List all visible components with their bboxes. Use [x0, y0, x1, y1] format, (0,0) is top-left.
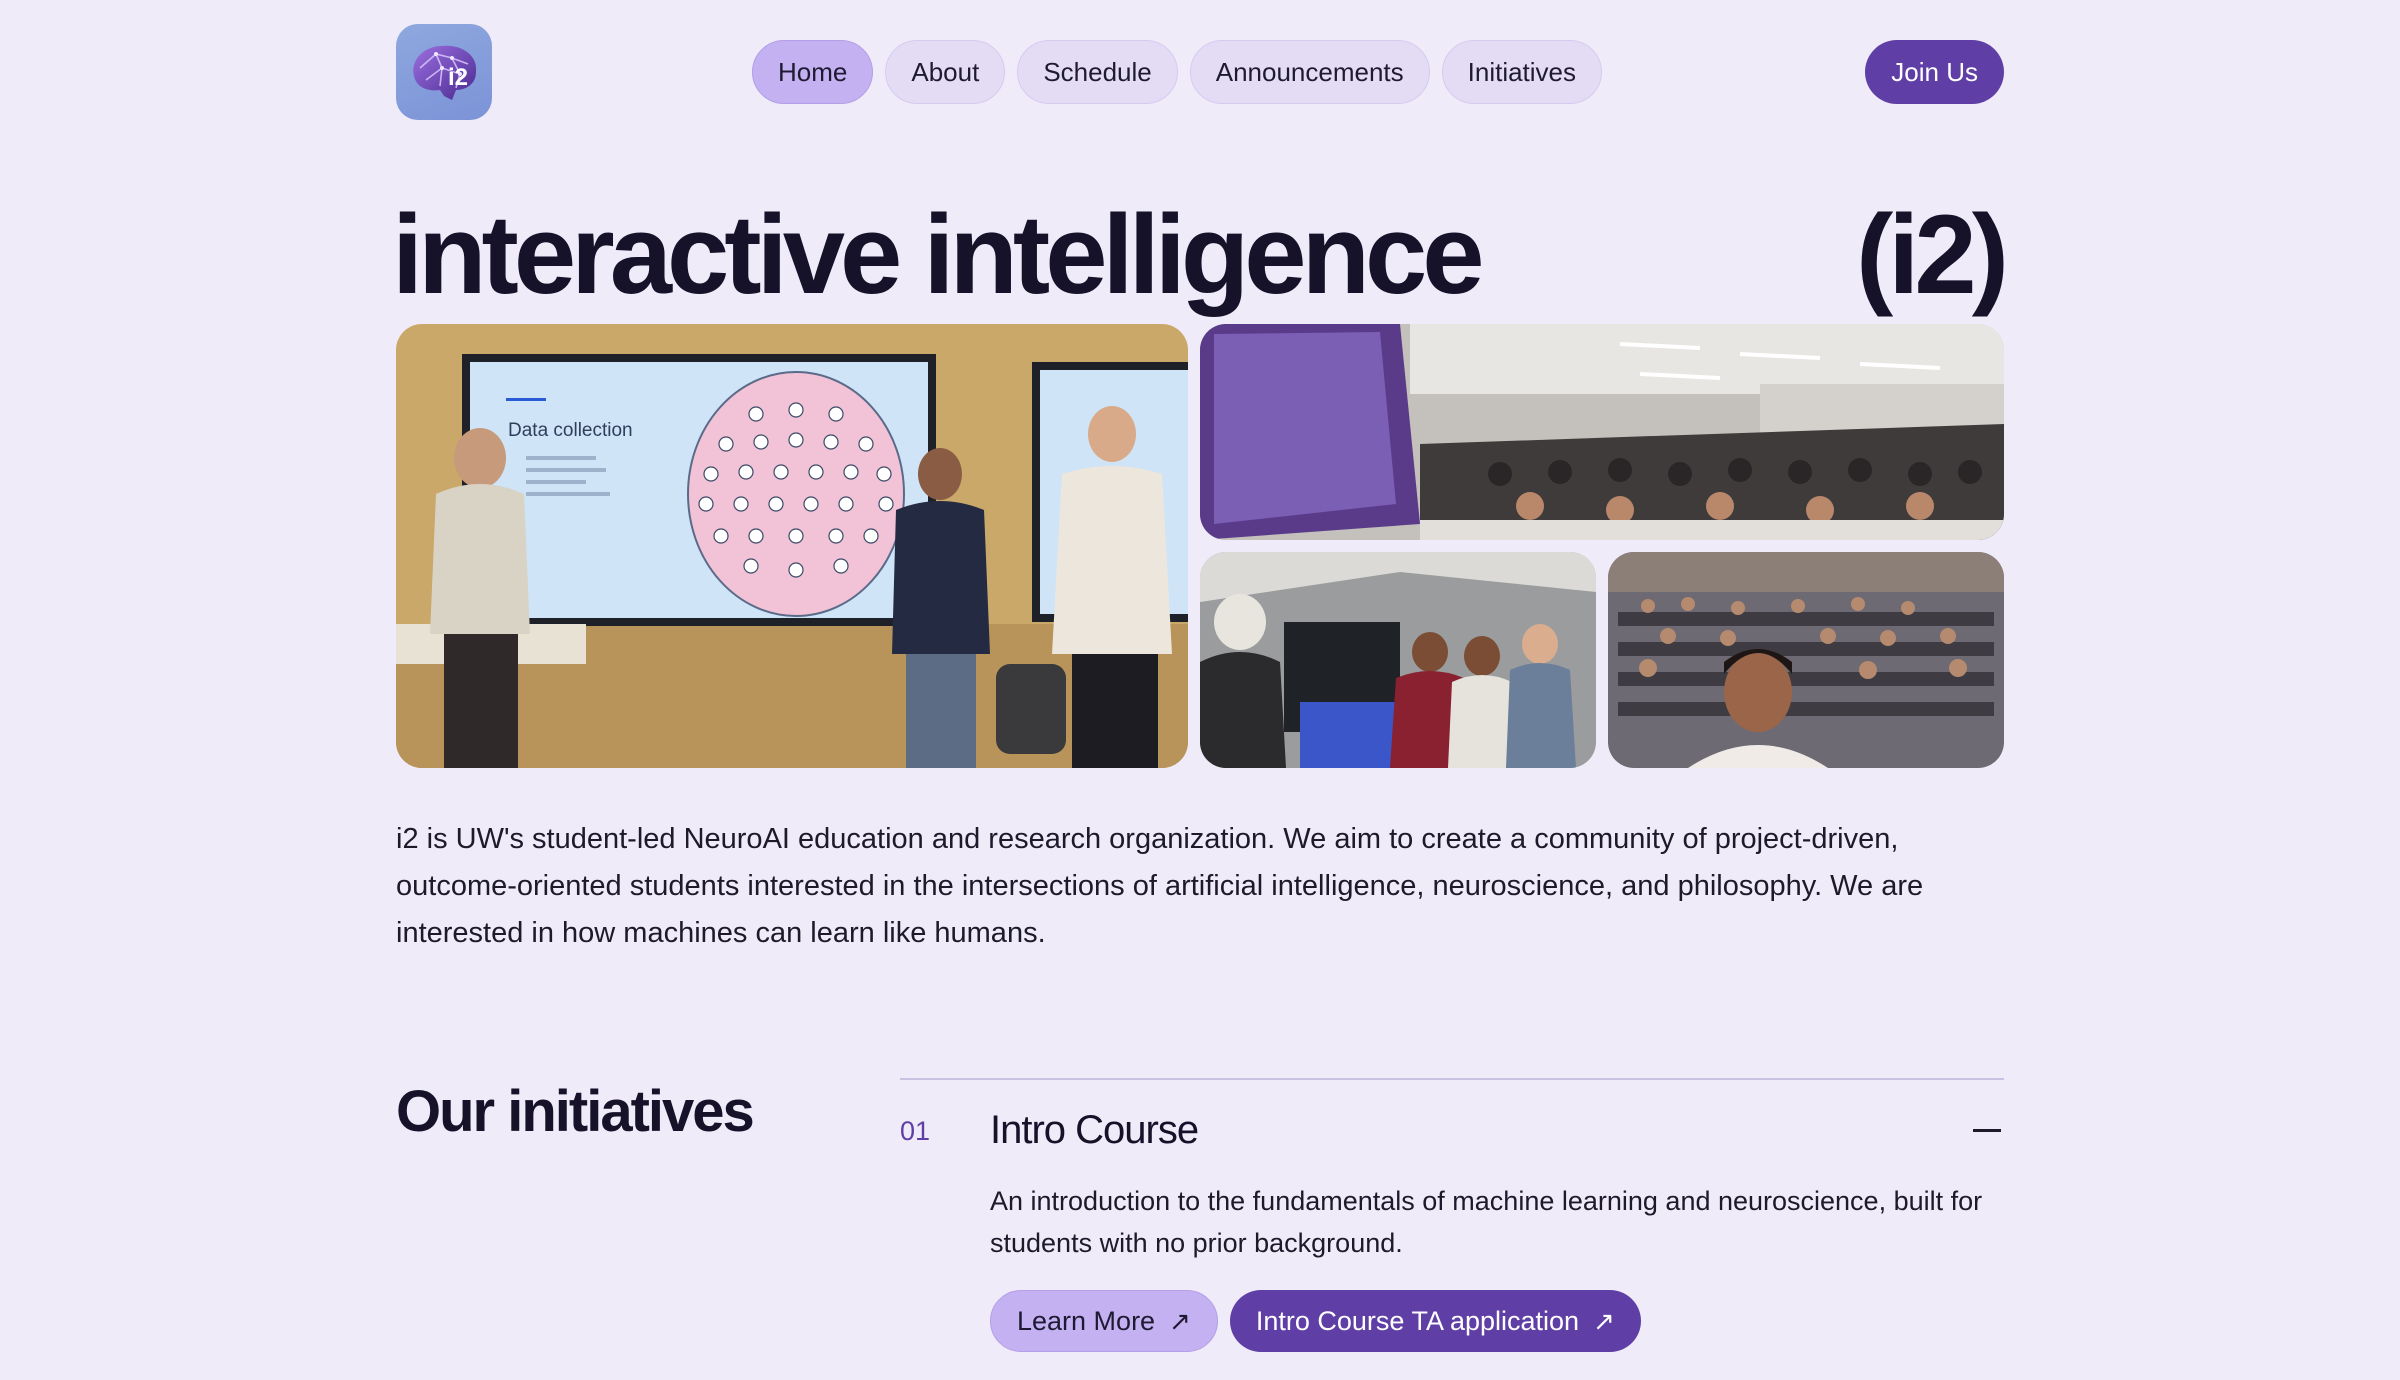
initiative-number: 01 [900, 1116, 931, 1146]
arrow-up-right-icon: ↗ [1593, 1305, 1615, 1336]
ta-application-button[interactable]: Intro Course TA application ↗ [1229, 1290, 1641, 1352]
nav-home[interactable]: Home [752, 40, 874, 104]
org-description: i2 is UW's student-led NeuroAI education… [396, 823, 1924, 949]
collapse-icon[interactable] [1973, 1129, 2001, 1132]
brain-icon [413, 45, 477, 100]
arrow-up-right-icon: ↗ [1169, 1305, 1191, 1336]
nav-initiatives[interactable]: Initiatives [1441, 40, 1603, 104]
hero-tag: (i2) [1856, 192, 2009, 317]
learn-more-label: Learn More [1017, 1305, 1156, 1336]
site-header: i2 Home About Schedule Announcements Ini… [396, 24, 2004, 120]
hero-title: interactive intelligence [392, 192, 1485, 317]
photo-selfie-lecture [1608, 552, 2004, 768]
logo[interactable]: i2 [396, 24, 492, 120]
photo-presentation: Data collection [396, 324, 1188, 768]
learn-more-button[interactable]: Learn More ↗ [990, 1290, 1218, 1352]
nav-announcements[interactable]: Announcements [1189, 40, 1430, 104]
photo-outdoor-booth [1200, 552, 1596, 768]
initiative-title[interactable]: Intro Course [990, 1108, 1199, 1153]
main-nav: Home About Schedule Announcements Initia… [752, 40, 1603, 104]
slide-heading: Data collection [508, 420, 633, 441]
initiative-actions: Learn More ↗ Intro Course TA application… [990, 1290, 1641, 1352]
ta-application-label: Intro Course TA application [1255, 1305, 1580, 1336]
initiatives-title: Our initiatives [396, 1079, 755, 1144]
photo-lecture-hall [1200, 324, 2004, 540]
initiative-divider [900, 1078, 2004, 1080]
logo-text: i2 [448, 64, 469, 91]
nav-about[interactable]: About [885, 40, 1006, 104]
join-us-button[interactable]: Join Us [1865, 40, 2004, 104]
nav-schedule[interactable]: Schedule [1017, 40, 1178, 104]
initiative-description: An introduction to the fundamentals of m… [990, 1186, 1983, 1258]
